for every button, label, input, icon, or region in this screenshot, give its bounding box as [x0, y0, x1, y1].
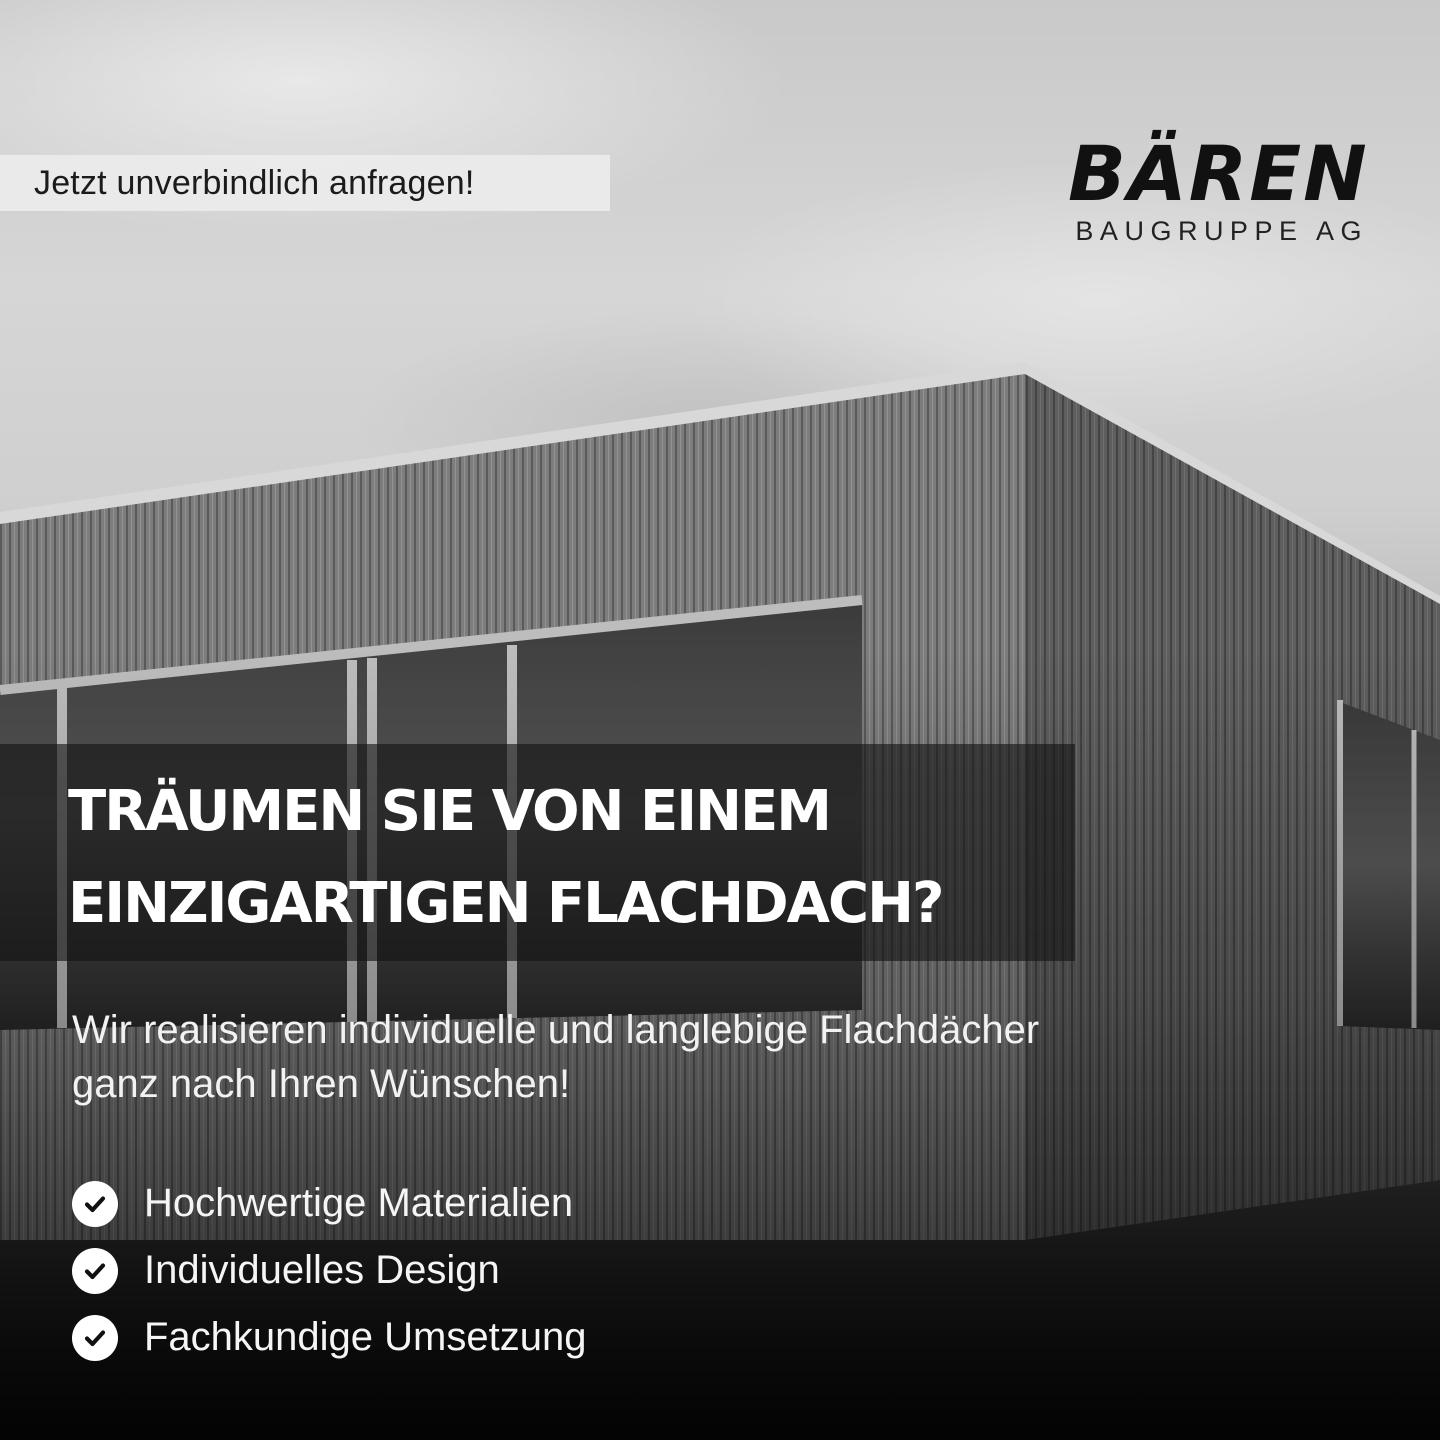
side-window	[1340, 702, 1440, 1030]
feature-item: Fachkundige Umsetzung	[72, 1304, 972, 1371]
company-logo: BÄREN BAUGRUPPE AG	[1068, 129, 1369, 248]
feature-item: Individuelles Design	[72, 1237, 972, 1304]
subheadline-line-1: Wir realisieren individuelle und langleb…	[72, 1008, 1040, 1052]
check-circle-icon	[72, 1314, 118, 1361]
feature-label: Hochwertige Materialien	[144, 1181, 574, 1225]
check-circle-icon	[72, 1180, 118, 1227]
check-circle-icon	[72, 1247, 118, 1294]
ad-canvas: Jetzt unverbindlich anfragen! BÄREN BAUG…	[0, 0, 1440, 1440]
feature-list: Hochwertige Materialien Individuelles De…	[72, 1170, 972, 1371]
feature-label: Individuelles Design	[144, 1248, 500, 1292]
feature-item: Hochwertige Materialien	[72, 1170, 972, 1237]
subheadline-line-2: ganz nach Ihren Wünschen!	[72, 1062, 571, 1106]
cta-label: Jetzt unverbindlich anfragen!	[34, 163, 475, 202]
headline-line-2: EINZIGARTIGEN FLACHDACH?	[68, 871, 944, 936]
subheadline: Wir realisieren individuelle und langleb…	[72, 1003, 1372, 1111]
headline-line-1: TRÄUMEN SIE VON EINEM	[68, 779, 832, 844]
feature-label: Fachkundige Umsetzung	[144, 1315, 587, 1359]
headline: TRÄUMEN SIE VON EINEM EINZIGARTIGEN FLAC…	[68, 766, 1058, 950]
logo-subtitle: BAUGRUPPE AG	[1075, 216, 1368, 246]
logo-wordmark: BÄREN	[1068, 129, 1369, 218]
cta-banner[interactable]: Jetzt unverbindlich anfragen!	[0, 155, 610, 211]
